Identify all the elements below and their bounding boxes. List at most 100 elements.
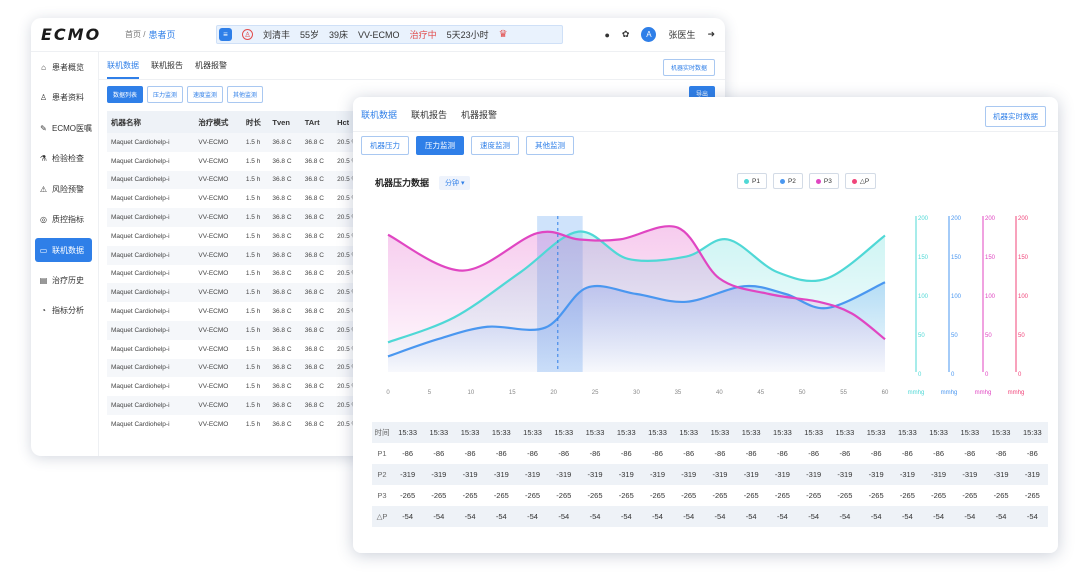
table-row[interactable]: Maquet Cardiohelp-i VV-ECMO 1.5 h 36.8 C 36.… xyxy=(107,377,367,396)
sidebar-item-label: 质控指标 xyxy=(52,215,84,225)
patient-state: 治疗中 xyxy=(409,30,437,40)
unit-select[interactable]: 分钟 ▾ xyxy=(439,176,471,190)
logout-icon[interactable]: ➜ xyxy=(707,29,715,40)
back-sub-tab-0[interactable]: 数据列表 xyxy=(107,86,144,103)
front-tab-0[interactable]: 联机数据 xyxy=(361,108,397,121)
pressure-cell: -54 xyxy=(954,506,986,527)
table-cell: VV-ECMO xyxy=(198,420,229,428)
front-realtime-button[interactable]: 机器实时数据 xyxy=(985,106,1046,127)
table-row[interactable]: Maquet Cardiohelp-i VV-ECMO 1.5 h 36.8 C 36.… xyxy=(107,265,367,284)
table-cell: 1.5 h xyxy=(241,283,269,303)
back-sub-tab-3[interactable]: 其他监测 xyxy=(227,86,264,103)
table-row[interactable]: Maquet Cardiohelp-i VV-ECMO 1.5 h 36.8 C 36.… xyxy=(107,415,367,434)
sidebar-item-6[interactable]: ▭ 联机数据 xyxy=(35,238,92,262)
table-row[interactable]: Maquet Cardiohelp-i VV-ECMO 1.5 h 36.8 C 36.… xyxy=(107,152,367,171)
table-row[interactable]: Maquet Cardiohelp-i VV-ECMO 1.5 h 36.8 C 36.… xyxy=(107,208,367,227)
pressure-cell: -86 xyxy=(402,449,414,458)
breadcrumb-home[interactable]: 首页 / xyxy=(125,29,145,40)
pressure-cell: -265 xyxy=(837,491,853,500)
legend-item-1[interactable]: P2 xyxy=(772,173,803,189)
patient-age: 55岁 xyxy=(300,30,320,40)
legend-item-3[interactable]: △P xyxy=(844,173,877,189)
table-row[interactable]: Maquet Cardiohelp-i VV-ECMO 1.5 h 36.8 C 36.… xyxy=(107,189,367,208)
legend-item-2[interactable]: P3 xyxy=(808,173,839,189)
table-row[interactable]: Maquet Cardiohelp-i VV-ECMO 1.5 h 36.8 C 36.… xyxy=(107,245,367,265)
sidebar-icon: ◎ xyxy=(40,215,47,225)
front-sub-tab-3[interactable]: 其他监测 xyxy=(526,136,574,155)
pressure-cell: 15:33 xyxy=(735,422,767,443)
row-header: P2 xyxy=(372,464,392,485)
pressure-cell: 15:33 xyxy=(1016,422,1048,443)
table-row[interactable]: Maquet Cardiohelp-i VV-ECMO 1.5 h 36.8 C 36.… xyxy=(107,227,367,246)
table-row[interactable]: Maquet Cardiohelp-i VV-ECMO 1.5 h 36.8 C 36.… xyxy=(107,170,367,190)
front-sub-tab-1[interactable]: 压力监测 xyxy=(416,136,464,155)
sidebar-item-1[interactable]: ♙ 患者资料 xyxy=(31,83,98,114)
pressure-cell: 15:33 xyxy=(954,422,986,443)
front-tab-2[interactable]: 机器报警 xyxy=(461,108,497,121)
sidebar-item-2[interactable]: ✎ ECMO医嘱 xyxy=(31,113,98,144)
front-sub-tab-2[interactable]: 速度监测 xyxy=(471,136,519,155)
y-tick-label: 150 xyxy=(951,255,962,261)
table-row[interactable]: Maquet Cardiohelp-i VV-ECMO 1.5 h 36.8 C 36.… xyxy=(107,340,367,359)
pressure-cell: -265 xyxy=(587,491,603,500)
y-tick-label: 150 xyxy=(1018,255,1029,261)
pressure-row: P1 -86 -86 -86 -86 -86 -86 -86 -86 -86 -86 -86 -86 -8… xyxy=(372,443,1048,464)
table-cell: 1.5 h xyxy=(241,208,269,227)
table-row[interactable]: Maquet Cardiohelp-i VV-ECMO 1.5 h 36.8 C 36.… xyxy=(107,133,367,152)
table-row[interactable]: Maquet Cardiohelp-i VV-ECMO 1.5 h 36.8 C 36.… xyxy=(107,302,367,321)
back-realtime-button[interactable]: 机器实时数据 xyxy=(662,59,715,76)
user-avatar[interactable]: A xyxy=(641,27,657,42)
table-cell: 36.8 C xyxy=(304,195,324,203)
back-sub-tab-2[interactable]: 速度监测 xyxy=(187,86,224,103)
alert-flag-icon[interactable]: ♛ xyxy=(499,29,508,40)
pressure-cell: -54 xyxy=(673,506,705,527)
table-cell: VV-ECMO xyxy=(194,245,242,265)
user-name[interactable]: 张医生 xyxy=(668,28,695,41)
table-row[interactable]: Maquet Cardiohelp-i VV-ECMO 1.5 h 36.8 C 36.… xyxy=(107,396,367,415)
pressure-cell: -54 xyxy=(860,506,892,527)
table-cell: VV-ECMO xyxy=(198,157,229,165)
pressure-cell: -265 xyxy=(931,491,947,500)
top-bar: ECMO 首页 / 患者页 ≡ ♙ 刘清丰 55岁 39床 VV-ECMO 治疗… xyxy=(31,18,725,52)
y-tick-label: 0 xyxy=(1018,372,1022,378)
table-row[interactable]: Maquet Cardiohelp-i VV-ECMO 1.5 h 36.8 C 36.… xyxy=(107,283,367,303)
bell-icon[interactable]: ● xyxy=(604,30,609,40)
pressure-cell: -265 xyxy=(618,491,634,500)
y-tick-label: 150 xyxy=(985,255,996,261)
back-sub-tab-1[interactable]: 压力监测 xyxy=(147,86,184,103)
pressure-cell: -86 xyxy=(745,449,757,458)
gear-icon[interactable]: ✿ xyxy=(622,29,630,40)
pressure-cell: -319 xyxy=(423,464,455,485)
front-tab-1[interactable]: 联机报告 xyxy=(411,108,447,121)
back-tab-1[interactable]: 联机报告 xyxy=(151,60,183,71)
sidebar-item-3[interactable]: ⚗ 检验检查 xyxy=(31,144,98,175)
pressure-cell: -86 xyxy=(1026,449,1038,458)
back-tab-0[interactable]: 联机数据 xyxy=(107,60,139,79)
patient-mode: VV-ECMO xyxy=(358,29,400,40)
pressure-cell: -54 xyxy=(454,506,486,527)
pressure-cell: -319 xyxy=(735,464,767,485)
table-cell: 36.8 C xyxy=(268,170,301,190)
back-tab-2[interactable]: 机器报警 xyxy=(195,60,227,71)
pressure-cell: -54 xyxy=(766,506,799,527)
pressure-cell: 15:33 xyxy=(516,422,549,443)
legend-item-0[interactable]: P1 xyxy=(737,173,767,189)
sidebar-item-7[interactable]: ▤ 治疗历史 xyxy=(31,265,98,296)
x-tick-label: 15 xyxy=(509,390,516,396)
table-row[interactable]: Maquet Cardiohelp-i VV-ECMO 1.5 h 36.8 C 36.… xyxy=(107,320,367,340)
x-tick-label: 55 xyxy=(840,390,847,396)
pressure-cell: -54 xyxy=(891,506,923,527)
sidebar-item-5[interactable]: ◎ 质控指标 xyxy=(31,205,98,236)
sidebar-item-4[interactable]: ⚠ 风险预警 xyxy=(31,174,98,205)
table-cell: 36.8 C xyxy=(268,283,301,303)
table-row[interactable]: Maquet Cardiohelp-i VV-ECMO 1.5 h 36.8 C 36.… xyxy=(107,358,367,378)
pressure-cell: -54 xyxy=(704,506,736,527)
sidebar-item-8[interactable]: ◔ 指标分析 xyxy=(31,296,98,327)
front-sub-tab-0[interactable]: 机器压力 xyxy=(361,136,409,155)
y-unit-label: mmhg xyxy=(941,390,958,396)
chat-icon[interactable]: ≡ xyxy=(219,28,232,41)
table-cell: 36.8 C xyxy=(304,157,324,165)
sidebar-item-0[interactable]: ⌂ 患者概览 xyxy=(31,52,98,83)
pressure-cell: -54 xyxy=(548,506,580,527)
pressure-cell: -86 xyxy=(839,449,851,458)
